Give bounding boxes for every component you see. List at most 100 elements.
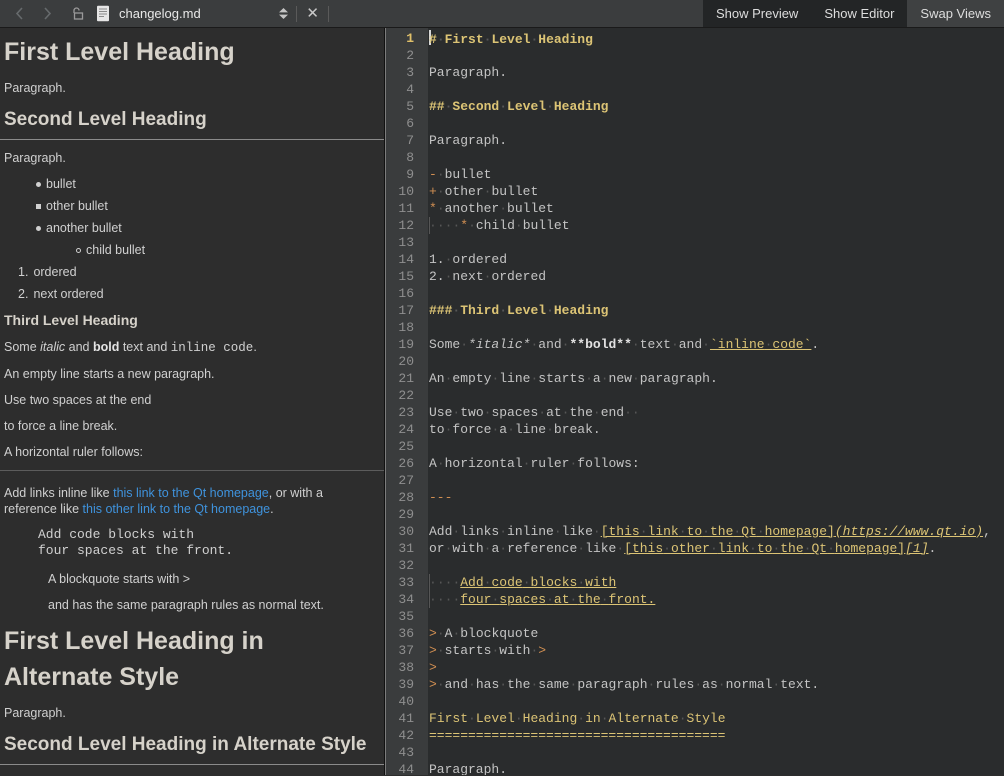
editor-line[interactable]: 42====================================== [386,727,1004,744]
list-item-text: other bullet [46,198,108,214]
editor-line[interactable]: 11*·another·bullet [386,200,1004,217]
preview-list-item: 2.next ordered [18,286,378,302]
editor-line[interactable]: 17###·Third·Level·Heading [386,302,1004,319]
editor-line[interactable]: 16 [386,285,1004,302]
filename: changelog.md [119,6,201,21]
line-number: 17 [386,302,428,319]
preview-heading-h2: Second Level Heading in Alternate Style [0,733,384,765]
code-token: [1] [905,541,928,556]
code-token: Add·code·blocks·with [460,575,616,590]
editor-line[interactable]: 31or·with·a·reference·like·[this·other·l… [386,540,1004,557]
editor-line[interactable]: 13 [386,234,1004,251]
editor-line[interactable]: 12····*·child·bullet [386,217,1004,234]
list-marker [36,204,41,209]
editor-line[interactable]: 27 [386,472,1004,489]
line-number: 32 [386,557,428,574]
preview-text-run: . [253,340,256,354]
swap-views-button[interactable]: Swap Views [907,0,1004,27]
list-item-text: child bullet [86,242,145,258]
editor-line[interactable]: 20 [386,353,1004,370]
line-number: 8 [386,149,428,166]
preview-text-run: inline code [171,341,254,355]
editor-code-area[interactable]: 1#·First·Level·Heading23Paragraph.45##·S… [385,28,1004,775]
line-number: 19 [386,336,428,353]
editor-line[interactable]: 7Paragraph. [386,132,1004,149]
preview-paragraph: A horizontal ruler follows: [4,444,378,460]
preview-text-run: . [270,502,273,516]
editor-line[interactable]: 22 [386,387,1004,404]
document-tab[interactable]: changelog.md ✕ [0,0,336,27]
line-number: 28 [386,489,428,506]
editor-line[interactable]: 152.·next·ordered [386,268,1004,285]
editor-line[interactable]: 36>·A·blockquote [386,625,1004,642]
line-number: 26 [386,455,428,472]
editor-line[interactable]: 24to·force·a·line·break. [386,421,1004,438]
editor-line[interactable]: 8 [386,149,1004,166]
code-token: --- [429,490,452,505]
editor-line[interactable]: 10+·other·bullet [386,183,1004,200]
preview-pane[interactable]: First Level HeadingParagraph.Second Leve… [0,28,385,775]
editor-line[interactable]: 26A·horizontal·ruler·follows: [386,455,1004,472]
document-dropdown-icon[interactable] [278,7,289,20]
editor-line[interactable]: 29 [386,506,1004,523]
editor-line[interactable]: 34····four·spaces·at·the·front. [386,591,1004,608]
editor-line[interactable]: 3Paragraph. [386,64,1004,81]
editor-line[interactable]: 4 [386,81,1004,98]
close-document-button[interactable]: ✕ [304,6,321,21]
line-number: 39 [386,676,428,693]
editor-line[interactable]: 38> [386,659,1004,676]
code-token: (https://www.qt.io) [835,524,983,539]
editor-line[interactable]: 6 [386,115,1004,132]
editor-line[interactable]: 141.·ordered [386,251,1004,268]
show-preview-button[interactable]: Show Preview [703,0,811,27]
code-token: . [929,541,937,556]
line-number: 41 [386,710,428,727]
preview-text-run: Some [4,340,40,354]
line-number: 14 [386,251,428,268]
editor-toolbar: Show Preview Show Editor Swap Views [336,0,1004,27]
nav-forward-button[interactable] [36,3,58,25]
line-number: 21 [386,370,428,387]
editor-line[interactable]: 32 [386,557,1004,574]
editor-line[interactable]: 21An·empty·line·starts·a·new·paragraph. [386,370,1004,387]
preview-list-item: child bullet [76,242,378,258]
editor-line[interactable]: 23Use·two·spaces·at·the·end·· [386,404,1004,421]
unlocked-padlock-icon [72,7,84,20]
editor-line[interactable]: 33····Add·code·blocks·with [386,574,1004,591]
split-view: First Level HeadingParagraph.Second Leve… [0,28,1004,775]
editor-line[interactable]: 37>·starts·with·> [386,642,1004,659]
code-token: Use·two·spaces·at·the·end·· [429,405,640,420]
editor-line[interactable]: 19Some·*italic*·and·**bold**·text·and·`i… [386,336,1004,353]
show-editor-button[interactable]: Show Editor [811,0,907,27]
editor-line[interactable]: 9-·bullet [386,166,1004,183]
editor-line[interactable]: 2 [386,47,1004,64]
document-icon [96,5,110,22]
editor-line[interactable]: 25 [386,438,1004,455]
editor-line[interactable]: 28--- [386,489,1004,506]
list-marker [76,248,81,253]
code-token: ·A·blockquote [437,626,538,641]
editor-line[interactable]: 39>·and·has·the·same·paragraph·rules·as·… [386,676,1004,693]
preview-text-run: Add links inline like [4,486,113,500]
preview-heading-h3: Third Level Heading [4,312,378,328]
code-token: Add·links·inline·like· [429,524,601,539]
editor-line[interactable]: 43 [386,744,1004,761]
line-number: 3 [386,64,428,81]
editor-line[interactable]: 30Add·links·inline·like·[this·link·to·th… [386,523,1004,540]
nav-back-button[interactable] [8,3,30,25]
editor-line[interactable]: 18 [386,319,1004,336]
code-token: > [429,626,437,641]
line-number: 23 [386,404,428,421]
line-number: 18 [386,319,428,336]
editor-line[interactable]: 35 [386,608,1004,625]
preview-link[interactable]: this link to the Qt homepage [113,486,269,500]
editor-line[interactable]: 5##·Second·Level·Heading [386,98,1004,115]
editor-line[interactable]: 40 [386,693,1004,710]
editor-line[interactable]: 1#·First·Level·Heading [386,30,1004,47]
line-number: 24 [386,421,428,438]
editor-line[interactable]: 41First·Level·Heading·in·Alternate·Style [386,710,1004,727]
line-number: 25 [386,438,428,455]
code-token: Paragraph. [429,762,507,775]
preview-link[interactable]: this other link to the Qt homepage [83,502,271,516]
editor-line[interactable]: 44Paragraph. [386,761,1004,775]
